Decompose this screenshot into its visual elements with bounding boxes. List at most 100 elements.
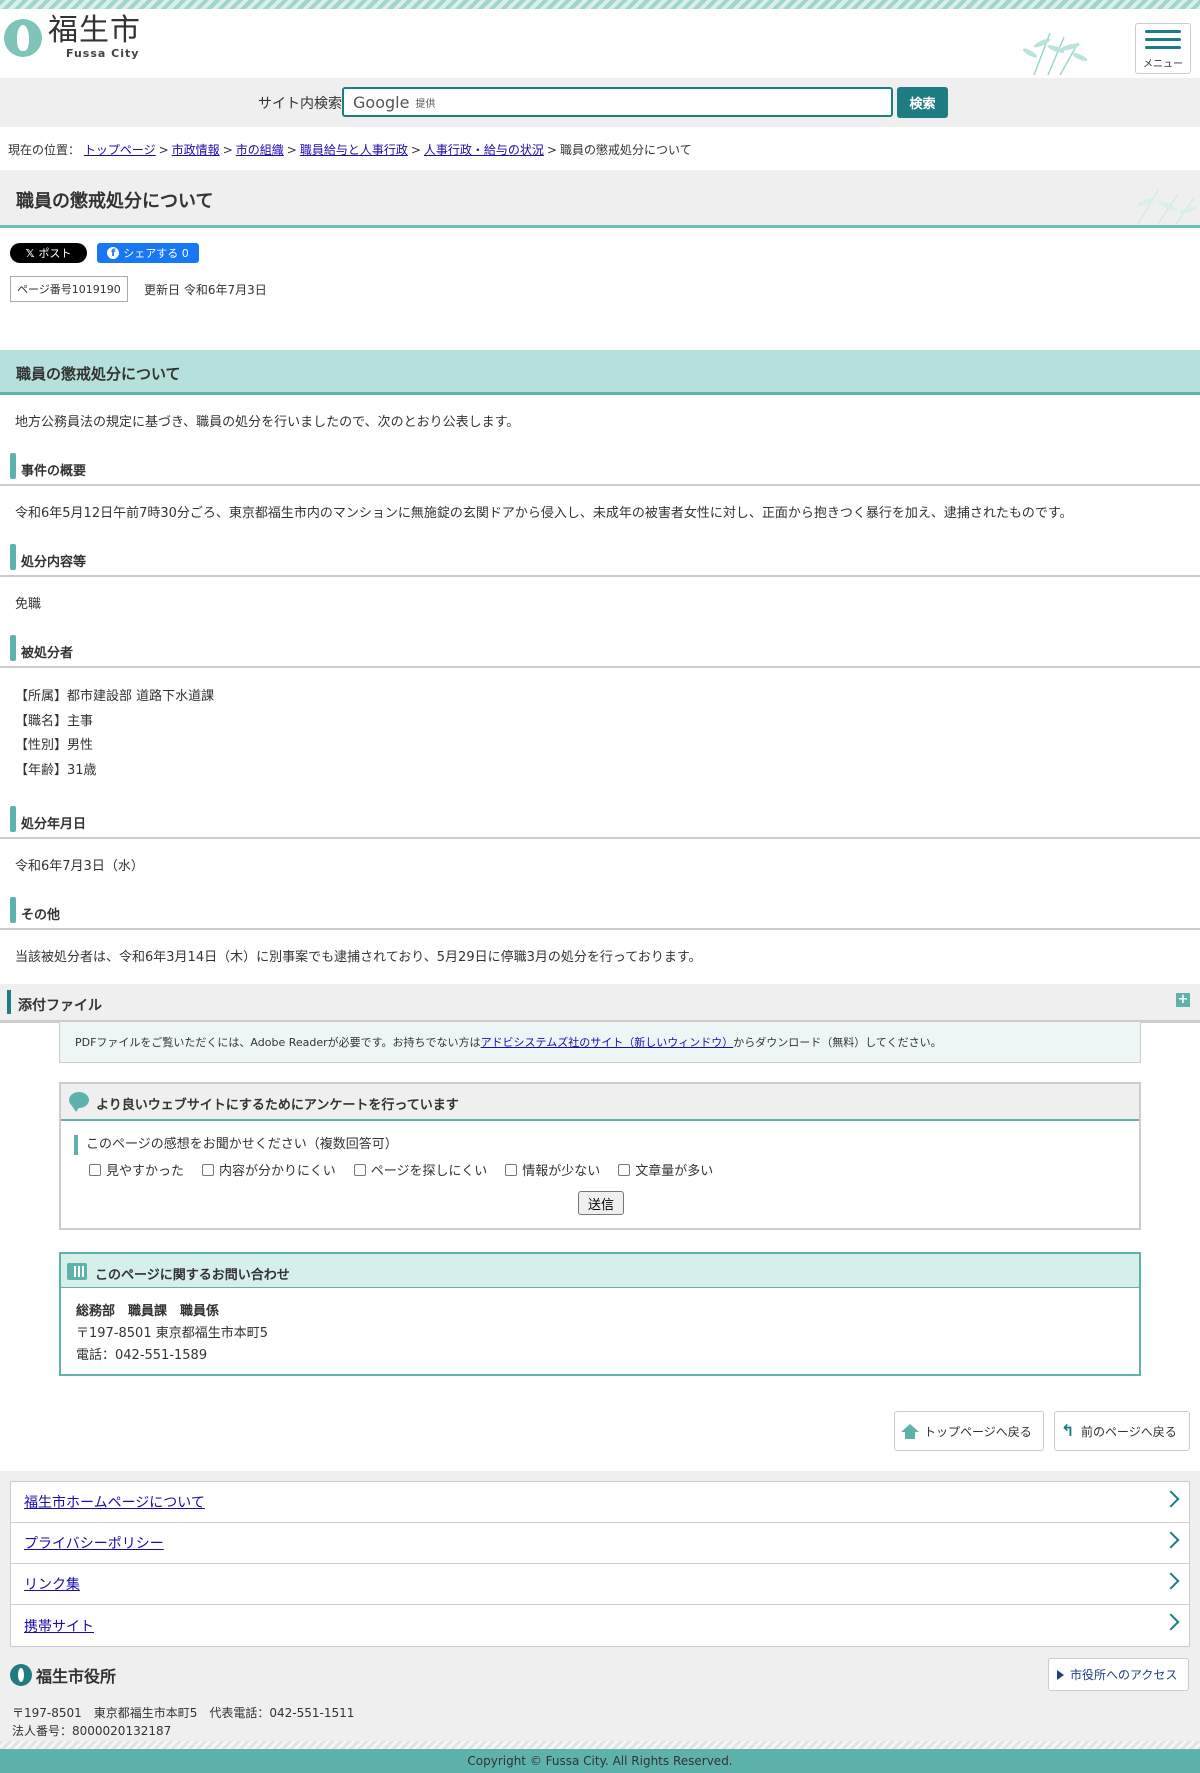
survey-submit-button[interactable]: 送信 — [578, 1191, 624, 1215]
footer-link-links[interactable]: リンク集 — [11, 1564, 1189, 1605]
subject-details: 【所属】都市建設部 道路下水道課 【職名】主事 【性別】男性 【年齢】31歳 — [0, 685, 1200, 783]
bamboo-decoration-icon — [1022, 32, 1088, 76]
phone-directory-icon — [67, 1263, 87, 1280]
footer-corp-number: 法人番号：8000020132187 — [12, 1724, 172, 1738]
access-button[interactable]: 市役所へのアクセス — [1048, 1658, 1189, 1691]
footer-link-privacy[interactable]: プライバシーポリシー — [11, 1523, 1189, 1564]
breadcrumb-separator: > — [546, 143, 557, 157]
pdf-reader-note: PDFファイルをご覧いただくには、Adobe Readerが必要です。お持ちでな… — [59, 1021, 1141, 1063]
heading-overview-label: 事件の概要 — [21, 464, 87, 479]
subject-department: 【所属】都市建設部 道路下水道課 — [15, 689, 215, 704]
return-arrow-icon: ↰ — [1061, 1421, 1075, 1440]
date-text: 令和6年7月3日（水） — [15, 859, 144, 874]
breadcrumb-prefix: 現在の位置： — [8, 143, 81, 157]
checkbox[interactable] — [353, 1163, 366, 1176]
menu-button[interactable]: メニュー — [1135, 23, 1191, 74]
back-to-top-button[interactable]: トップページへ戻る — [894, 1411, 1044, 1451]
survey-header: より良いウェブサイトにするためにアンケートを行っています — [61, 1084, 1139, 1121]
checkbox[interactable] — [202, 1163, 215, 1176]
back-to-top-label: トップページへ戻る — [924, 1424, 1032, 1439]
hamburger-icon — [1145, 30, 1181, 33]
footer-link-about-label[interactable]: 福生市ホームページについて — [24, 1492, 205, 1512]
expand-plus-icon[interactable]: + — [1176, 993, 1190, 1007]
google-provided: 提供 — [415, 98, 436, 110]
back-to-previous-label: 前のページへ戻る — [1081, 1424, 1177, 1439]
search-input[interactable]: Google 提供 — [342, 87, 893, 117]
heading-subject-label: 被処分者 — [21, 646, 74, 661]
adobe-site-link[interactable]: アドビシステムズ社のサイト（新しいウィンドウ） — [481, 1036, 734, 1049]
footer-link-mobile-label[interactable]: 携帯サイト — [24, 1616, 94, 1636]
hamburger-bar — [1145, 38, 1181, 41]
breadcrumb-current: 職員の懲戒処分について — [559, 143, 692, 157]
bamboo-title-decoration-icon — [1137, 189, 1197, 225]
footer-link-about[interactable]: 福生市ホームページについて — [11, 1482, 1189, 1523]
breadcrumb-separator: > — [158, 143, 169, 157]
x-icon: 𝕏 — [25, 246, 35, 260]
survey-option[interactable]: 情報が少ない — [505, 1160, 600, 1179]
heading-other: その他 — [0, 897, 1200, 930]
logo-title: 福生市 — [48, 13, 141, 48]
search-label: サイト内検索 — [258, 96, 342, 112]
survey-box: より良いウェブサイトにするためにアンケートを行っています このページの感想をお聞… — [59, 1082, 1141, 1230]
footer-link-links-label[interactable]: リンク集 — [24, 1574, 80, 1594]
city-emblem-icon — [4, 18, 42, 57]
heading-overview: 事件の概要 — [0, 453, 1200, 486]
breadcrumb-link-organization[interactable]: 市の組織 — [236, 143, 284, 157]
survey-option[interactable]: 内容が分かりにくい — [202, 1160, 336, 1179]
subject-title: 【職名】主事 — [15, 713, 94, 729]
pdf-note-text-after: からダウンロード（無料）してください。 — [733, 1036, 942, 1049]
contact-department: 総務部 職員課 職員係 — [76, 1304, 220, 1319]
contact-title: このページに関するお問い合わせ — [95, 1268, 290, 1283]
breadcrumb-separator: > — [222, 143, 233, 157]
checkbox[interactable] — [89, 1163, 101, 1176]
attachments-label: 添付ファイル — [18, 998, 102, 1014]
survey-option[interactable]: 見やすかった — [89, 1160, 184, 1179]
x-post-label: ポスト — [38, 247, 72, 260]
site-logo[interactable]: 福生市 Fussa City — [4, 15, 141, 60]
search-bar: サイト内検索 Google 提供 検索 — [0, 78, 1200, 127]
checkbox[interactable] — [618, 1163, 631, 1176]
chevron-right-icon — [1162, 1613, 1180, 1631]
heading-date: 処分年月日 — [0, 806, 1200, 839]
top-stripe — [0, 0, 1200, 9]
breadcrumb-link-top[interactable]: トップページ — [84, 143, 156, 157]
x-post-button[interactable]: 𝕏 ポスト — [10, 243, 87, 263]
page-title: 職員の懲戒処分について — [16, 191, 214, 212]
heading-disposal-label: 処分内容等 — [21, 555, 87, 570]
heading-date-label: 処分年月日 — [21, 817, 87, 832]
footer-link-mobile[interactable]: 携帯サイト — [11, 1605, 1189, 1646]
survey-option[interactable]: 文章量が多い — [618, 1160, 713, 1179]
section-title-band: 職員の懲戒処分について — [0, 350, 1200, 395]
intro-text: 地方公務員法の規定に基づき、職員の処分を行いましたので、次のとおり公表します。 — [15, 415, 520, 430]
google-logo: Google — [353, 92, 410, 112]
chevron-right-icon — [1162, 1531, 1180, 1549]
survey-option-label: 文章量が多い — [635, 1164, 714, 1179]
breadcrumb-link-personnel[interactable]: 人事行政・給与の状況 — [424, 143, 544, 157]
menu-label: メニュー — [1143, 59, 1183, 70]
site-header: 福生市 Fussa City メニュー — [0, 9, 1200, 76]
subject-gender: 【性別】男性 — [15, 738, 94, 753]
footer-link-privacy-label[interactable]: プライバシーポリシー — [24, 1533, 164, 1553]
breadcrumb-link-salary[interactable]: 職員給与と人事行政 — [300, 143, 408, 157]
chevron-right-icon — [1162, 1572, 1180, 1590]
checkbox[interactable] — [505, 1163, 518, 1176]
contact-tel: 電話：042-551-1589 — [76, 1348, 208, 1363]
survey-title: より良いウェブサイトにするためにアンケートを行っています — [96, 1098, 459, 1113]
copyright: Copyright © Fussa City. All Rights Reser… — [0, 1749, 1200, 1773]
footer-office-name: 福生市役所 — [36, 1667, 117, 1686]
back-to-previous-button[interactable]: ↰ 前のページへ戻る — [1054, 1411, 1190, 1451]
social-share: 𝕏 ポスト f シェアする 0 — [0, 228, 1200, 268]
facebook-share-button[interactable]: f シェアする 0 — [97, 243, 199, 263]
home-icon — [901, 1424, 919, 1439]
pdf-note-text: PDFファイルをご覧いただくには、Adobe Readerが必要です。お持ちでな… — [75, 1036, 481, 1049]
survey-option-label: ページを探しにくい — [370, 1164, 488, 1179]
search-button[interactable]: 検索 — [897, 87, 948, 118]
updated-date: 更新日 令和6年7月3日 — [144, 283, 267, 297]
survey-option[interactable]: ページを探しにくい — [353, 1160, 488, 1179]
contact-body: 総務部 職員課 職員係 〒197-8501 東京都福生市本町5 電話：042-5… — [61, 1288, 1139, 1367]
page-meta: ページ番号1019190 更新日 令和6年7月3日 — [0, 268, 1200, 350]
triangle-right-icon — [1057, 1669, 1064, 1680]
footer-links: 福生市ホームページについて プライバシーポリシー リンク集 携帯サイト — [10, 1481, 1190, 1647]
breadcrumb-link-municipal[interactable]: 市政情報 — [172, 143, 220, 157]
attachments-header[interactable]: 添付ファイル + — [0, 984, 1200, 1023]
